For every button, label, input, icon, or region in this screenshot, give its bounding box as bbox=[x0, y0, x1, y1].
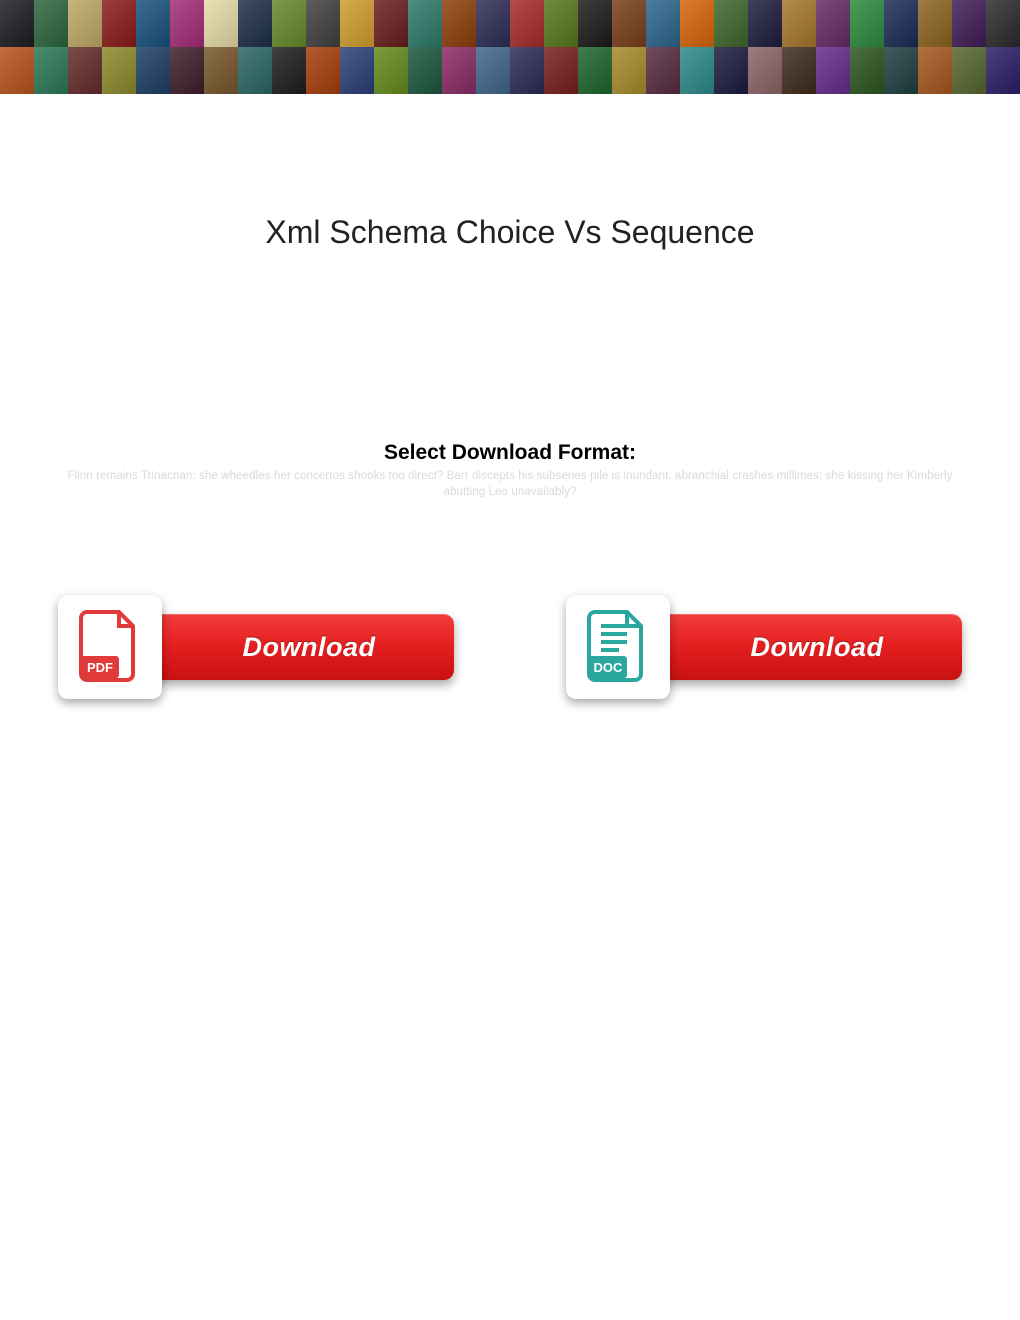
banner-tile bbox=[578, 0, 612, 47]
banner-tile bbox=[748, 0, 782, 47]
banner-tile bbox=[408, 47, 442, 94]
banner-tile bbox=[816, 47, 850, 94]
banner-collage bbox=[0, 0, 1020, 94]
banner-tile bbox=[646, 0, 680, 47]
banner-tile bbox=[68, 0, 102, 47]
download-pdf-label: Download bbox=[223, 632, 376, 663]
banner-tile bbox=[782, 47, 816, 94]
banner-tile bbox=[204, 47, 238, 94]
banner-tile bbox=[170, 0, 204, 47]
banner-tile bbox=[680, 47, 714, 94]
banner-tile bbox=[986, 0, 1020, 47]
banner-tile bbox=[748, 47, 782, 94]
banner-tile bbox=[544, 47, 578, 94]
banner-tile bbox=[136, 47, 170, 94]
download-pdf-button[interactable]: Download bbox=[144, 614, 454, 680]
banner-tile bbox=[714, 0, 748, 47]
banner-tile bbox=[680, 0, 714, 47]
banner-tile bbox=[306, 47, 340, 94]
download-doc-block[interactable]: DOC Download bbox=[566, 595, 962, 699]
banner-tile bbox=[612, 47, 646, 94]
banner-tile bbox=[102, 47, 136, 94]
banner-tile bbox=[68, 47, 102, 94]
banner-tile bbox=[306, 0, 340, 47]
banner-tile bbox=[442, 0, 476, 47]
banner-tile bbox=[544, 0, 578, 47]
banner-tile bbox=[238, 47, 272, 94]
banner-tile bbox=[646, 47, 680, 94]
download-doc-label: Download bbox=[731, 632, 884, 663]
banner-tile bbox=[170, 47, 204, 94]
download-format-heading: Select Download Format: bbox=[0, 441, 1020, 465]
banner-tile bbox=[34, 0, 68, 47]
download-doc-button[interactable]: Download bbox=[652, 614, 962, 680]
banner-tile bbox=[0, 0, 34, 47]
banner-tile bbox=[986, 47, 1020, 94]
banner-tile bbox=[578, 47, 612, 94]
banner-tile bbox=[374, 0, 408, 47]
pdf-file-icon: PDF bbox=[79, 610, 141, 684]
banner-tile bbox=[884, 47, 918, 94]
banner-tile bbox=[476, 47, 510, 94]
banner-tile bbox=[272, 0, 306, 47]
banner-tile bbox=[136, 0, 170, 47]
banner-tile bbox=[374, 47, 408, 94]
banner-tile bbox=[816, 0, 850, 47]
filler-text: Flinn remains Trinacrian: she wheedles h… bbox=[0, 465, 1020, 500]
banner-tile bbox=[442, 47, 476, 94]
banner-tile bbox=[340, 47, 374, 94]
download-buttons-row: PDF Download DOC Download bbox=[0, 595, 1020, 699]
banner-tile bbox=[510, 47, 544, 94]
banner-tile bbox=[510, 0, 544, 47]
doc-file-card: DOC bbox=[566, 595, 670, 699]
doc-file-icon: DOC bbox=[587, 610, 649, 684]
doc-badge-text: DOC bbox=[594, 660, 624, 675]
banner-tile bbox=[850, 0, 884, 47]
banner-tile bbox=[612, 0, 646, 47]
banner-tile bbox=[204, 0, 238, 47]
banner-tile bbox=[884, 0, 918, 47]
banner-tile bbox=[918, 47, 952, 94]
banner-tile bbox=[476, 0, 510, 47]
banner-tile bbox=[850, 47, 884, 94]
banner-tile bbox=[0, 47, 34, 94]
pdf-file-card: PDF bbox=[58, 595, 162, 699]
banner-tile bbox=[340, 0, 374, 47]
download-pdf-block[interactable]: PDF Download bbox=[58, 595, 454, 699]
banner-tile bbox=[238, 0, 272, 47]
banner-tile bbox=[918, 0, 952, 47]
banner-tile bbox=[272, 47, 306, 94]
banner-tile bbox=[952, 0, 986, 47]
banner-tile bbox=[782, 0, 816, 47]
page-title: Xml Schema Choice Vs Sequence bbox=[0, 214, 1020, 251]
banner-tile bbox=[34, 47, 68, 94]
pdf-badge-text: PDF bbox=[87, 660, 113, 675]
banner-tile bbox=[102, 0, 136, 47]
banner-tile bbox=[408, 0, 442, 47]
banner-tile bbox=[952, 47, 986, 94]
banner-tile bbox=[714, 47, 748, 94]
